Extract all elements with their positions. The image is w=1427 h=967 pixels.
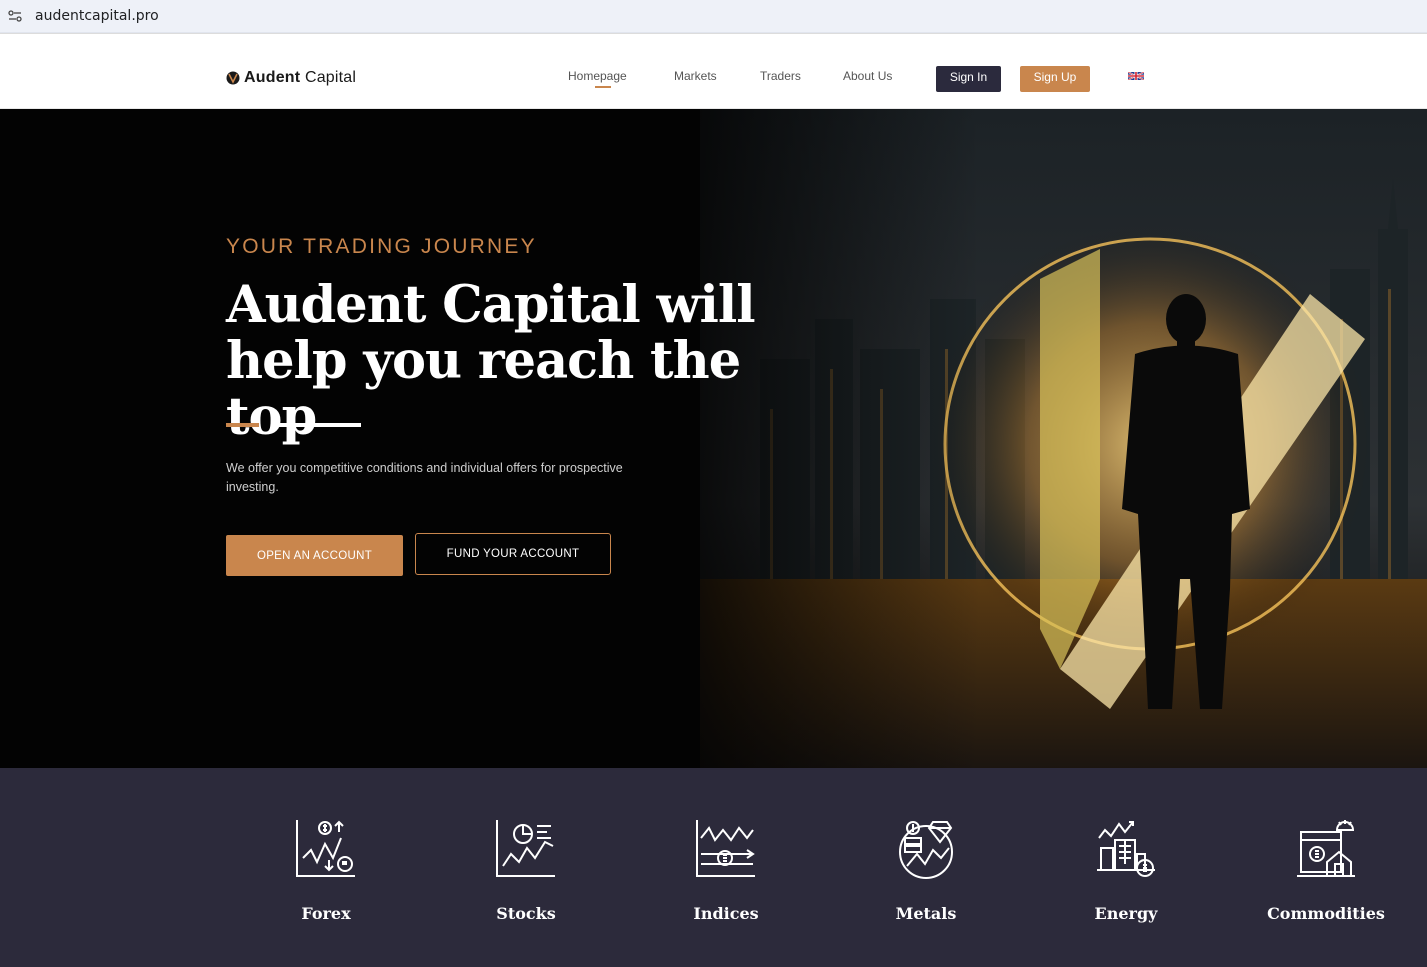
url-text[interactable]: audentcapital.pro [35, 8, 159, 24]
market-label-indices: Indices [693, 904, 759, 923]
market-label-metals: Metals [895, 904, 957, 923]
forex-chart-icon [296, 820, 355, 877]
site-header: Audent Capital Homepage Markets Traders … [0, 33, 1427, 109]
market-energy[interactable]: Energy [1056, 818, 1196, 923]
market-indices[interactable]: Indices [656, 818, 796, 923]
uk-flag-icon[interactable] [1128, 72, 1144, 80]
hero-headline: Audent Capital will help you reach the t… [226, 277, 846, 445]
hero-subtitle: We offer you competitive conditions and … [226, 461, 623, 494]
open-account-button[interactable]: OPEN AN ACCOUNT [226, 535, 403, 576]
markets-strip: Forex Stocks Indices Metals Energy Commo… [0, 768, 1427, 967]
logo-text-rest: Capital [300, 69, 357, 86]
sign-up-button[interactable]: Sign Up [1020, 66, 1090, 92]
hero-divider-accent [226, 423, 259, 427]
market-label-forex: Forex [301, 904, 351, 923]
sign-in-button[interactable]: Sign In [936, 66, 1001, 92]
market-stocks[interactable]: Stocks [456, 818, 596, 923]
hero-section: YOUR TRADING JOURNEY Audent Capital will… [0, 109, 1427, 768]
browser-address-bar[interactable]: audentcapital.pro [0, 0, 1427, 33]
nav-about-us[interactable]: About Us [843, 69, 892, 83]
market-metals[interactable]: Metals [856, 818, 996, 923]
site-settings-icon[interactable] [8, 10, 22, 22]
logo-text-bold: Audent [244, 69, 301, 86]
market-label-commodities: Commodities [1267, 904, 1385, 923]
metals-diamond-icon [899, 821, 953, 879]
market-label-energy: Energy [1094, 904, 1158, 923]
hero-headline-line1: Audent Capital will [226, 275, 756, 335]
indices-chart-icon [696, 820, 755, 877]
fund-account-button[interactable]: FUND YOUR ACCOUNT [415, 533, 611, 575]
nav-homepage[interactable]: Homepage [568, 69, 627, 88]
hero-eyebrow: YOUR TRADING JOURNEY [226, 235, 537, 258]
market-commodities[interactable]: Commodities [1256, 818, 1396, 923]
hero-divider-white [271, 423, 361, 427]
energy-building-icon [1097, 821, 1155, 877]
stocks-chart-icon [496, 820, 555, 877]
site-logo[interactable]: Audent Capital [226, 68, 356, 88]
nav-markets[interactable]: Markets [674, 69, 717, 83]
market-forex[interactable]: Forex [256, 818, 396, 923]
nav-traders[interactable]: Traders [760, 69, 801, 83]
logo-mark-icon [226, 71, 240, 85]
header-divider [0, 33, 1427, 34]
hero-headline-line2: help you reach the top [226, 331, 741, 447]
commodities-house-icon [1297, 820, 1355, 877]
market-label-stocks: Stocks [496, 904, 556, 923]
